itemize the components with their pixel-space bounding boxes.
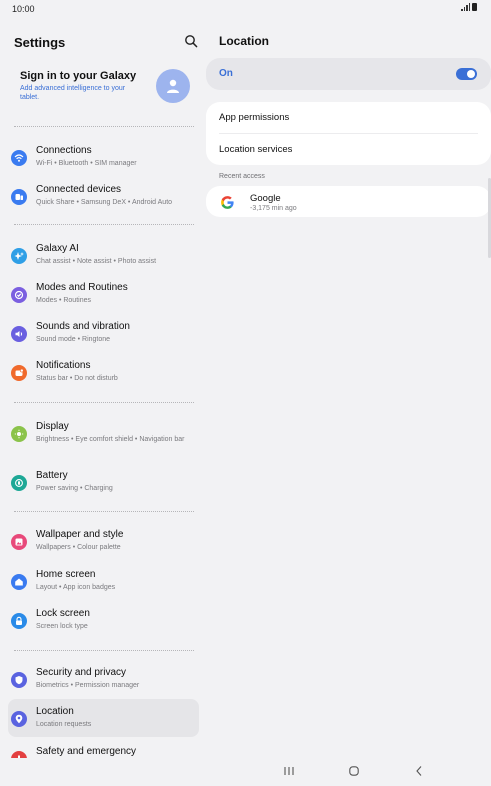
item-title: Notifications	[36, 360, 91, 371]
item-title: Wallpaper and style	[36, 529, 124, 540]
status-time: 10:00	[12, 4, 35, 14]
settings-item-security-privacy[interactable]: Security and privacy Biometrics • Permis…	[8, 660, 199, 698]
battery-icon	[11, 475, 27, 491]
settings-item-safety-emergency[interactable]: Safety and emergency	[8, 739, 199, 758]
settings-panel: Settings Sign in to your Galaxy Add adva…	[0, 18, 206, 758]
item-subtitle: Sound mode • Ringtone	[36, 336, 111, 343]
toggle-label: On	[219, 68, 233, 79]
lock-icon	[11, 613, 27, 629]
recents-button[interactable]	[282, 764, 296, 778]
item-title: Sounds and vibration	[36, 321, 130, 332]
wifi-icon	[11, 150, 27, 166]
settings-item-sounds[interactable]: Sounds and vibration Sound mode • Ringto…	[8, 314, 199, 352]
location-menu-card: App permissions Location services	[206, 102, 491, 165]
modes-icon	[11, 287, 27, 303]
item-title: Location	[36, 706, 74, 717]
item-title: Display	[36, 421, 69, 432]
signal-icon	[461, 3, 470, 11]
settings-item-display[interactable]: Display Brightness • Eye comfort shield …	[8, 414, 199, 462]
system-icons	[461, 3, 477, 11]
status-bar: 10:00	[0, 0, 491, 18]
item-title: Connected devices	[36, 184, 122, 195]
divider	[14, 126, 194, 127]
item-title: Modes and Routines	[36, 282, 128, 293]
recent-app-google[interactable]: Google -3,175 min ago	[206, 186, 491, 217]
item-subtitle: Modes • Routines	[36, 297, 91, 304]
devices-icon	[11, 189, 27, 205]
item-subtitle: Location requests	[36, 721, 92, 728]
divider	[14, 511, 194, 512]
item-subtitle: Chat assist • Note assist • Photo assist	[36, 258, 157, 265]
location-title: Location	[219, 34, 269, 48]
settings-item-notifications[interactable]: Notifications Status bar • Do not distur…	[8, 353, 199, 391]
recent-access-label: Recent access	[219, 173, 265, 180]
battery-status-icon	[472, 3, 477, 11]
app-permissions-item[interactable]: App permissions	[219, 112, 289, 123]
bell-icon	[11, 365, 27, 381]
item-title: Galaxy AI	[36, 243, 79, 254]
divider	[14, 650, 194, 651]
speaker-icon	[11, 326, 27, 342]
item-title: Connections	[36, 145, 92, 156]
item-title: Home screen	[36, 569, 96, 580]
recent-app-name: Google	[250, 193, 281, 204]
wallpaper-icon	[11, 534, 27, 550]
navigation-bar	[0, 758, 491, 786]
item-subtitle: Quick Share • Samsung DeX • Android Auto	[36, 199, 173, 206]
location-services-item[interactable]: Location services	[219, 144, 292, 155]
emergency-icon	[11, 751, 27, 758]
item-subtitle: Wallpapers • Colour palette	[36, 544, 121, 551]
item-title: Lock screen	[36, 608, 90, 619]
item-subtitle: Biometrics • Permission manager	[36, 682, 140, 689]
person-icon	[167, 79, 179, 93]
item-subtitle: Status bar • Do not disturb	[36, 375, 118, 382]
account-title: Sign in to your Galaxy	[20, 70, 137, 82]
item-subtitle: Layout • App icon badges	[36, 584, 116, 591]
settings-item-battery[interactable]: Battery Power saving • Charging	[8, 463, 199, 501]
item-subtitle: Power saving • Charging	[36, 485, 113, 492]
sun-icon	[11, 426, 27, 442]
settings-item-modes-routines[interactable]: Modes and Routines Modes • Routines	[8, 275, 199, 313]
settings-item-location[interactable]: Location Location requests	[8, 699, 199, 737]
settings-item-wallpaper[interactable]: Wallpaper and style Wallpapers • Colour …	[8, 522, 199, 560]
item-subtitle: Screen lock type	[36, 623, 88, 630]
item-title: Safety and emergency	[36, 746, 137, 757]
recents-icon	[284, 767, 294, 775]
divider	[14, 224, 194, 225]
location-master-switch[interactable]: On	[206, 58, 491, 90]
account-subtitle: Add advanced intelligence to your tablet…	[20, 85, 126, 101]
item-title: Security and privacy	[36, 667, 127, 678]
google-g-icon	[221, 196, 234, 209]
home-button[interactable]	[347, 764, 361, 778]
back-icon	[416, 766, 422, 776]
item-title: Battery	[36, 470, 68, 481]
home-icon	[11, 574, 27, 590]
shield-icon	[11, 672, 27, 688]
divider	[219, 133, 478, 134]
settings-item-home-screen[interactable]: Home screen Layout • App icon badges	[8, 562, 199, 600]
settings-item-lock-screen[interactable]: Lock screen Screen lock type	[8, 601, 199, 639]
back-button[interactable]	[412, 764, 426, 778]
account-signin[interactable]: Sign in to your Galaxy Add advanced inte…	[14, 66, 198, 112]
location-pin-icon	[11, 711, 27, 727]
search-icon[interactable]	[184, 34, 198, 48]
settings-title: Settings	[14, 35, 66, 50]
recent-app-time: -3,175 min ago	[250, 205, 297, 212]
sparkle-icon	[11, 248, 27, 264]
divider	[14, 402, 194, 403]
location-toggle[interactable]	[456, 68, 477, 80]
settings-header: Settings	[14, 34, 198, 54]
settings-item-connections[interactable]: Connections Wi-Fi • Bluetooth • SIM mana…	[8, 138, 199, 176]
settings-item-galaxy-ai[interactable]: Galaxy AI Chat assist • Note assist • Ph…	[8, 236, 199, 274]
location-panel: Location On App permissions Location ser…	[206, 18, 491, 758]
avatar	[156, 69, 190, 103]
home-nav-icon	[349, 766, 359, 776]
item-subtitle: Wi-Fi • Bluetooth • SIM manager	[36, 160, 137, 167]
settings-item-connected-devices[interactable]: Connected devices Quick Share • Samsung …	[8, 177, 199, 215]
item-subtitle: Brightness • Eye comfort shield • Naviga…	[36, 436, 185, 443]
